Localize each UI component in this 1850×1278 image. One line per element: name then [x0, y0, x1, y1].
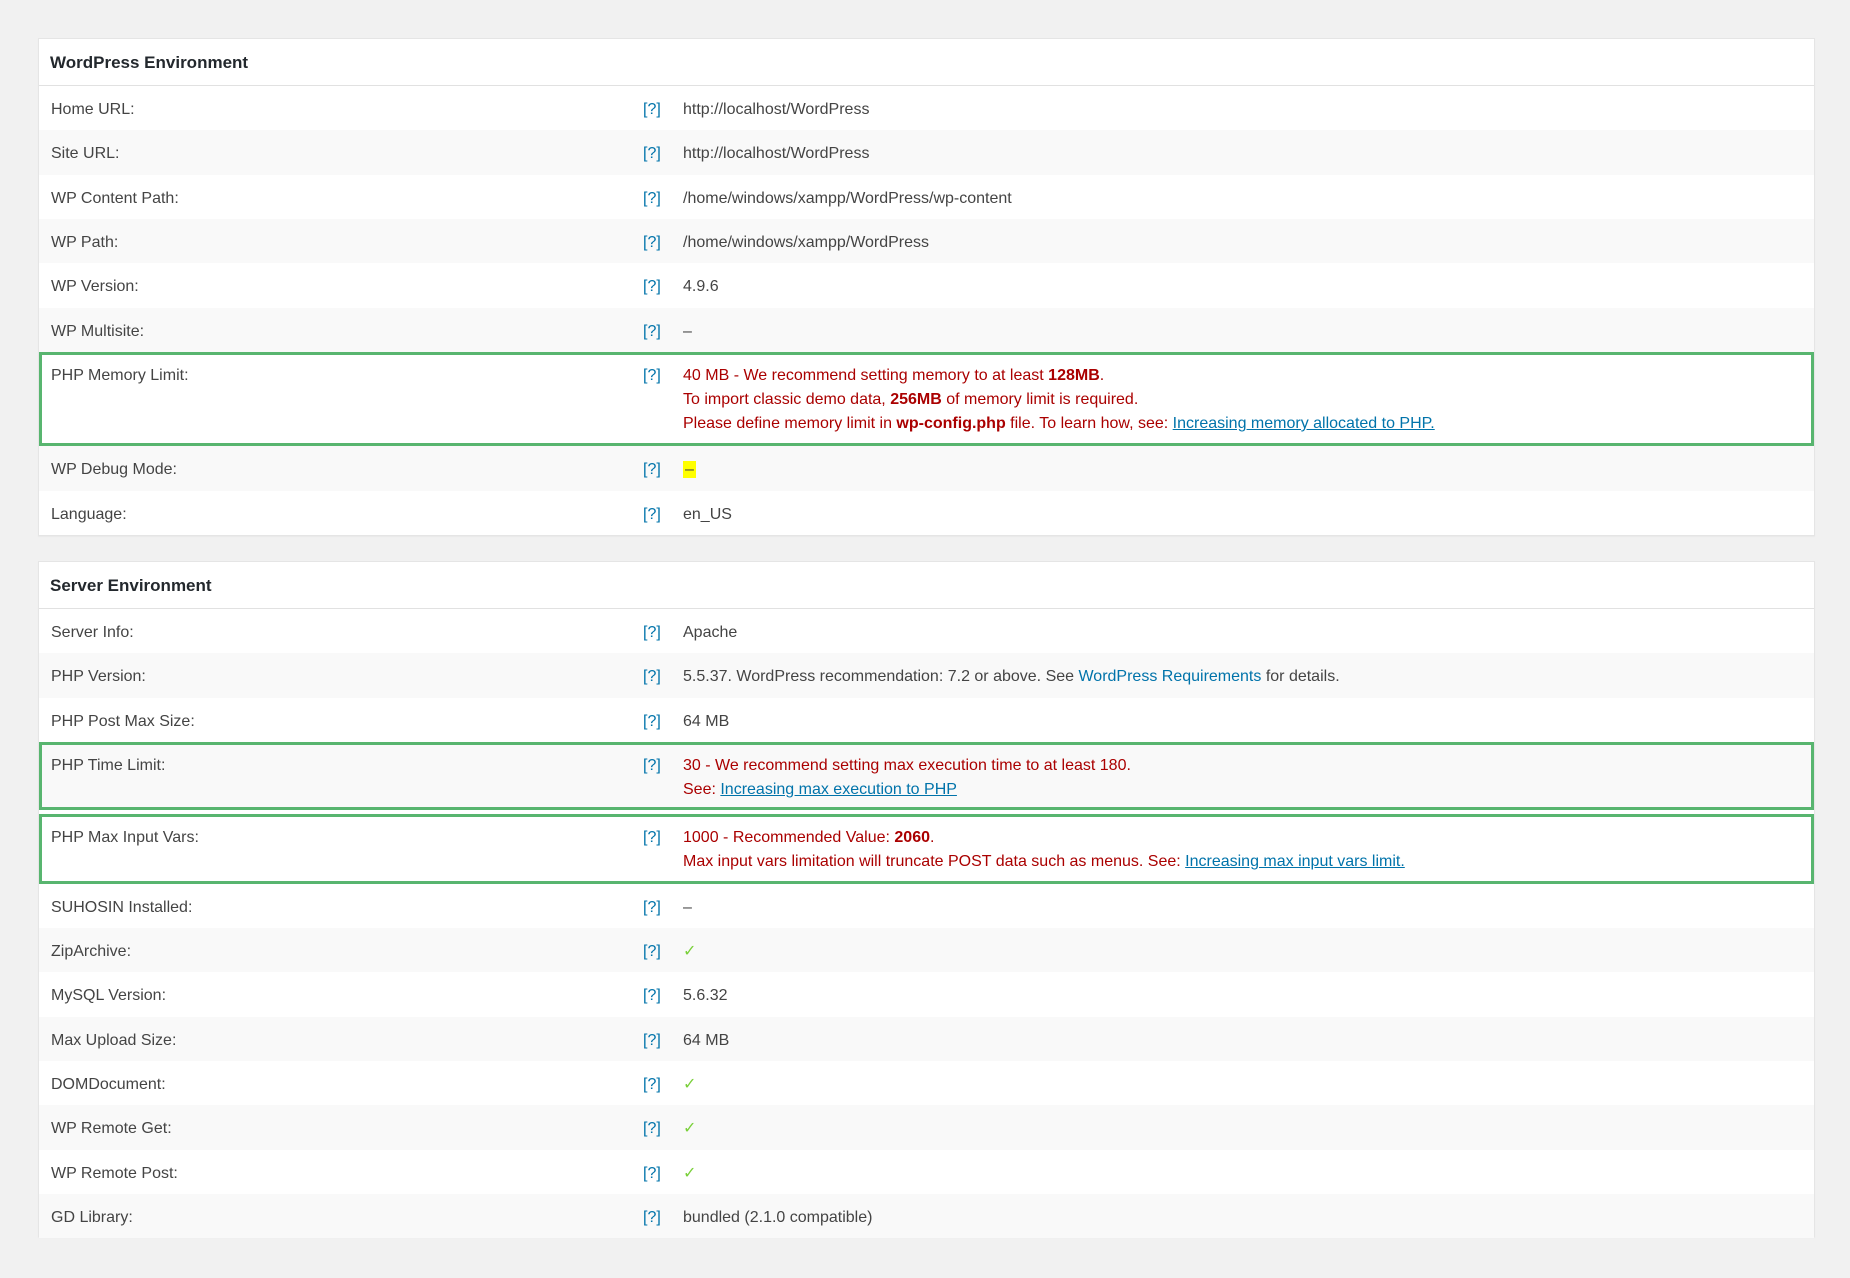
help-link[interactable]: [?] — [643, 364, 683, 388]
row-wp-multisite: WP Multisite: [?] – — [39, 308, 1814, 352]
row-value: 64 MB — [683, 713, 730, 730]
row-domdocument: DOMDocument: [?] ✓ — [39, 1061, 1814, 1105]
help-link[interactable]: [?] — [643, 710, 683, 734]
row-mysql-version: MySQL Version: [?] 5.6.32 — [39, 972, 1814, 1017]
help-link[interactable]: [?] — [643, 98, 683, 122]
row-value: http://localhost/WordPress — [683, 101, 870, 118]
row-label: WP Debug Mode: — [51, 461, 177, 478]
help-link[interactable]: [?] — [643, 187, 683, 211]
help-link[interactable]: [?] — [643, 503, 683, 527]
row-value: – — [683, 899, 692, 916]
row-label: PHP Time Limit: — [51, 757, 166, 774]
row-label: WP Content Path: — [51, 190, 179, 207]
row-label: GD Library: — [51, 1209, 133, 1226]
row-value: – — [683, 323, 692, 340]
row-ziparchive: ZipArchive: [?] ✓ — [39, 928, 1814, 972]
increasing-memory-link[interactable]: Increasing memory allocated to PHP. — [1173, 415, 1435, 432]
help-link[interactable]: [?] — [643, 896, 683, 920]
help-link[interactable]: [?] — [643, 984, 683, 1008]
row-label: PHP Memory Limit: — [51, 367, 189, 384]
help-link[interactable]: [?] — [643, 458, 683, 482]
server-environment-panel: Server Environment Server Info: [?] Apac… — [38, 561, 1815, 1238]
row-server-info: Server Info: [?] Apache — [39, 609, 1814, 653]
help-link[interactable]: [?] — [643, 1029, 683, 1053]
row-value: http://localhost/WordPress — [683, 145, 870, 162]
wordpress-environment-panel: WordPress Environment Home URL: [?] http… — [38, 38, 1815, 536]
row-label: WP Version: — [51, 278, 139, 295]
row-wp-debug-mode: WP Debug Mode: [?] – — [39, 446, 1814, 491]
row-label: Home URL: — [51, 101, 135, 118]
row-label: Max Upload Size: — [51, 1032, 177, 1049]
row-value: /home/windows/xampp/WordPress/wp-content — [683, 190, 1012, 207]
row-label: PHP Max Input Vars: — [51, 829, 199, 846]
help-link[interactable]: [?] — [643, 1162, 683, 1186]
help-link[interactable]: [?] — [643, 231, 683, 255]
row-value: 64 MB — [683, 1032, 730, 1049]
panel-title: WordPress Environment — [39, 39, 1814, 86]
row-value: en_US — [683, 506, 732, 523]
row-gd-library: GD Library: [?] bundled (2.1.0 compatibl… — [39, 1194, 1814, 1238]
help-link[interactable]: [?] — [643, 275, 683, 299]
row-php-time-limit: PHP Time Limit: [?] 30 - We recommend se… — [39, 742, 1814, 810]
time-limit-warning: 30 - We recommend setting max execution … — [683, 757, 1131, 798]
row-php-memory-limit: PHP Memory Limit: [?] 40 MB - We recomme… — [39, 352, 1814, 446]
row-value: – — [683, 461, 696, 478]
row-label: WP Remote Get: — [51, 1120, 172, 1137]
increasing-max-input-vars-link[interactable]: Increasing max input vars limit. — [1185, 853, 1405, 870]
row-label: MySQL Version: — [51, 987, 167, 1004]
row-label: DOMDocument: — [51, 1076, 166, 1093]
row-label: Site URL: — [51, 145, 120, 162]
row-language: Language: [?] en_US — [39, 491, 1814, 535]
wordpress-requirements-link[interactable]: WordPress Requirements — [1078, 668, 1261, 685]
row-label: Language: — [51, 506, 127, 523]
row-max-upload-size: Max Upload Size: [?] 64 MB — [39, 1017, 1814, 1061]
row-wp-remote-post: WP Remote Post: [?] ✓ — [39, 1150, 1814, 1194]
check-icon: ✓ — [683, 1165, 697, 1182]
row-label: WP Path: — [51, 234, 119, 251]
row-php-max-input-vars: PHP Max Input Vars: [?] 1000 - Recommend… — [39, 814, 1814, 884]
row-label: Server Info: — [51, 624, 134, 641]
row-php-version: PHP Version: [?] 5.5.37. WordPress recom… — [39, 653, 1814, 698]
check-icon: ✓ — [683, 1120, 697, 1137]
row-label: PHP Post Max Size: — [51, 713, 195, 730]
row-value: bundled (2.1.0 compatible) — [683, 1209, 873, 1226]
memory-limit-warning: 40 MB - We recommend setting memory to a… — [683, 367, 1435, 432]
row-label: PHP Version: — [51, 668, 146, 685]
help-link[interactable]: [?] — [643, 754, 683, 778]
help-link[interactable]: [?] — [643, 665, 683, 689]
panel-title: Server Environment — [39, 562, 1814, 609]
row-value: /home/windows/xampp/WordPress — [683, 234, 930, 251]
row-wp-content-path: WP Content Path: [?] /home/windows/xampp… — [39, 175, 1814, 219]
help-link[interactable]: [?] — [643, 621, 683, 645]
help-link[interactable]: [?] — [643, 142, 683, 166]
row-php-post-max-size: PHP Post Max Size: [?] 64 MB — [39, 698, 1814, 742]
max-input-vars-warning: 1000 - Recommended Value: 2060. Max inpu… — [683, 829, 1405, 870]
row-site-url: Site URL: [?] http://localhost/WordPress — [39, 130, 1814, 175]
help-link[interactable]: [?] — [643, 1117, 683, 1141]
row-wp-version: WP Version: [?] 4.9.6 — [39, 263, 1814, 308]
row-label: WP Multisite: — [51, 323, 145, 340]
help-link[interactable]: [?] — [643, 940, 683, 964]
help-link[interactable]: [?] — [643, 320, 683, 344]
increasing-max-execution-link[interactable]: Increasing max execution to PHP — [720, 781, 957, 798]
row-wp-remote-get: WP Remote Get: [?] ✓ — [39, 1105, 1814, 1150]
help-link[interactable]: [?] — [643, 1073, 683, 1097]
row-value: 5.5.37. WordPress recommendation: 7.2 or… — [683, 668, 1340, 685]
row-value: 4.9.6 — [683, 278, 719, 295]
help-link[interactable]: [?] — [643, 826, 683, 850]
row-label: WP Remote Post: — [51, 1165, 178, 1182]
row-value: 5.6.32 — [683, 987, 728, 1004]
row-wp-path: WP Path: [?] /home/windows/xampp/WordPre… — [39, 219, 1814, 263]
row-home-url: Home URL: [?] http://localhost/WordPress — [39, 86, 1814, 130]
check-icon: ✓ — [683, 943, 697, 960]
row-label: SUHOSIN Installed: — [51, 899, 193, 916]
check-icon: ✓ — [683, 1076, 697, 1093]
row-value: Apache — [683, 624, 738, 641]
row-label: ZipArchive: — [51, 943, 132, 960]
row-suhosin-installed: SUHOSIN Installed: [?] – — [39, 884, 1814, 928]
help-link[interactable]: [?] — [643, 1206, 683, 1230]
